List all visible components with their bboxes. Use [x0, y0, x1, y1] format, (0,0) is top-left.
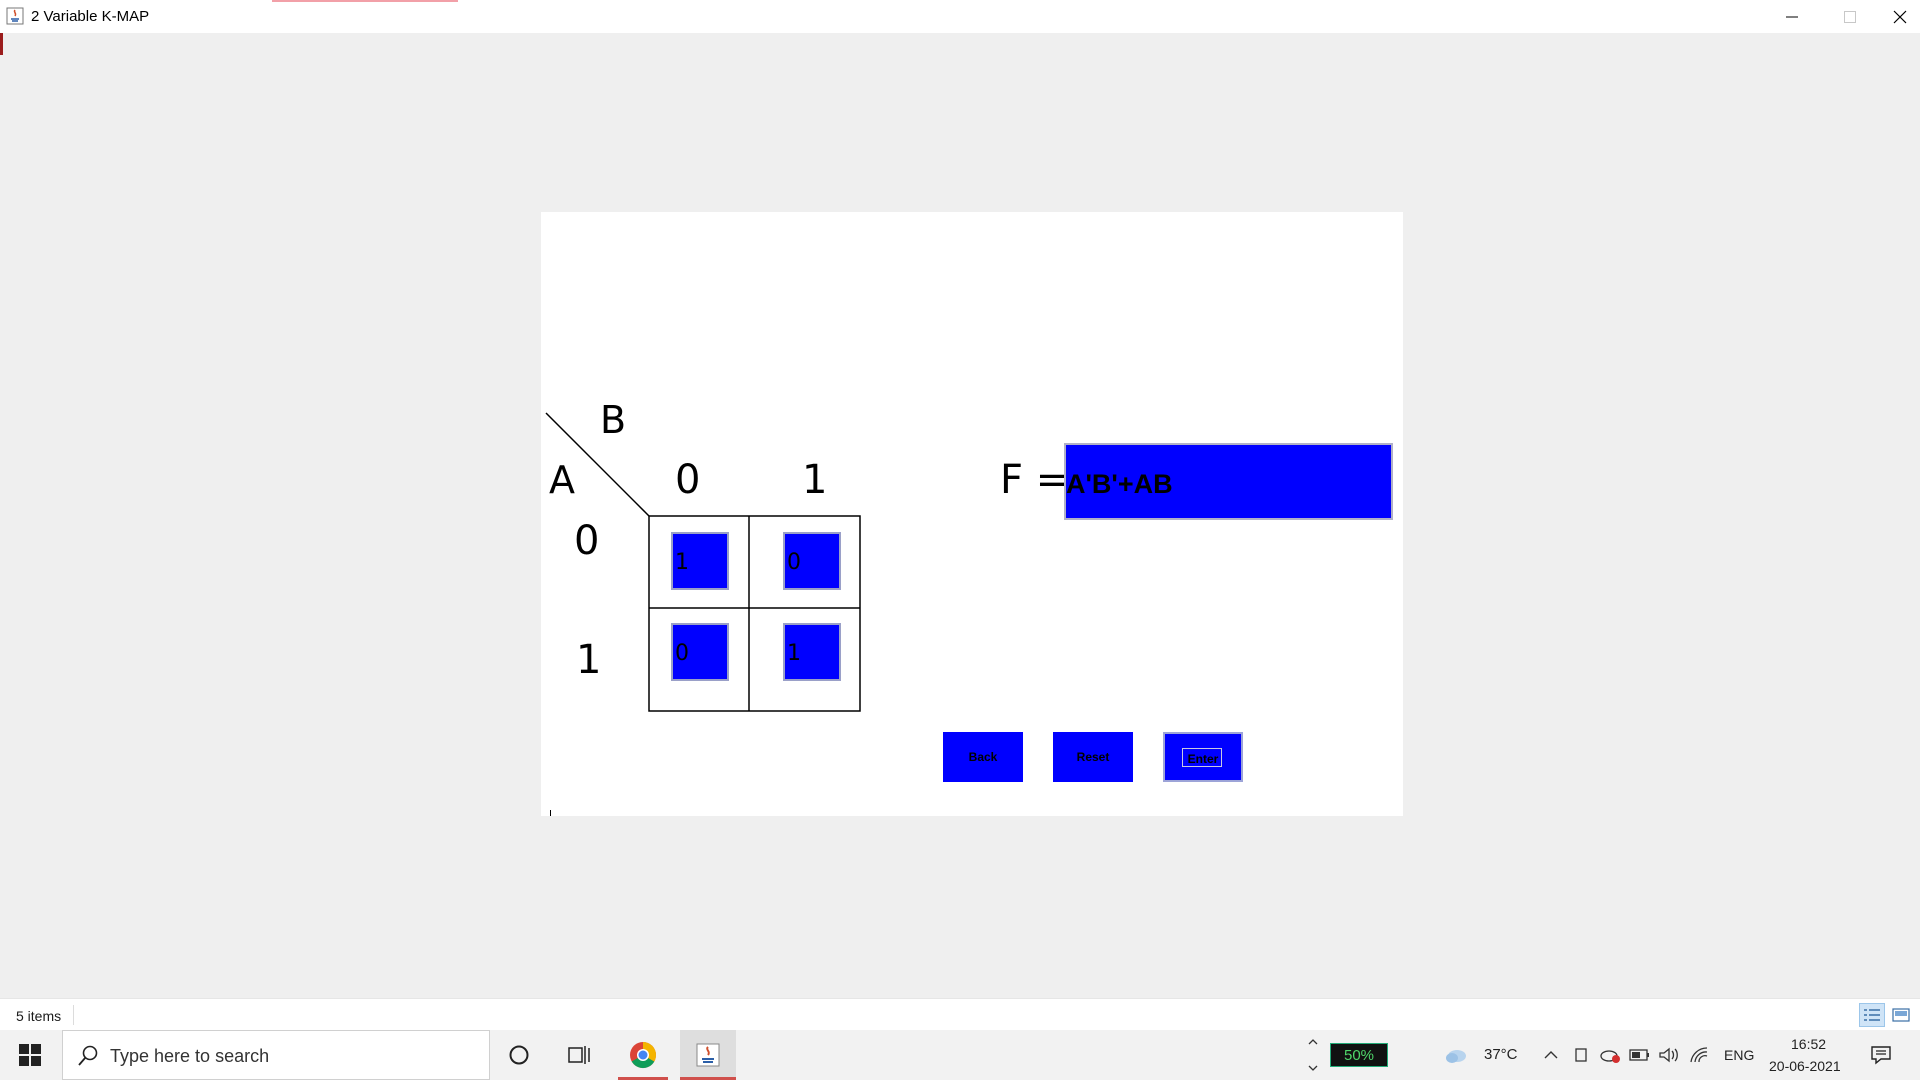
- row-header-1: 1: [576, 637, 602, 683]
- language-indicator[interactable]: ENG: [1724, 1047, 1754, 1063]
- minimize-button[interactable]: [1764, 0, 1820, 33]
- taskbar-search-box[interactable]: Type here to search: [62, 1030, 490, 1080]
- var-a-label: A: [549, 458, 575, 502]
- clock-time[interactable]: 16:52: [1791, 1036, 1826, 1052]
- clock-date[interactable]: 20-06-2021: [1769, 1058, 1841, 1074]
- back-button-label: Back: [968, 750, 998, 764]
- task-view-button[interactable]: [555, 1030, 603, 1080]
- large-icons-view-icon: [1892, 1008, 1910, 1022]
- reset-button-label: Reset: [1076, 750, 1110, 764]
- title-bar: 2 Variable K-MAP: [0, 0, 1920, 33]
- var-b-label: B: [600, 398, 627, 442]
- kmap-cell-00[interactable]: 1: [671, 532, 729, 590]
- chevron-up-down-icon: [1308, 1039, 1318, 1071]
- java-app-icon: [6, 7, 24, 25]
- java-taskbar-button[interactable]: [680, 1030, 736, 1080]
- hidden-icons-button[interactable]: [1540, 1030, 1562, 1080]
- accent-line: [272, 0, 458, 2]
- kmap-panel: B A 0 1 0 1 1 0 0 1 F = A'B'+AB Back Res…: [541, 212, 1403, 816]
- device-icon: [1575, 1048, 1587, 1062]
- item-count: 5 items: [16, 1008, 62, 1024]
- chevron-up-icon: [1544, 1051, 1558, 1059]
- cell-value: 1: [787, 641, 801, 666]
- onedrive-cloud-icon: [1600, 1050, 1620, 1063]
- status-separator: [73, 1005, 74, 1025]
- taskbar: Type here to search 50% 37°C ENG 16:52 2…: [0, 1030, 1920, 1080]
- enter-button[interactable]: Enter: [1163, 732, 1243, 782]
- kmap-cell-10[interactable]: 0: [671, 623, 729, 681]
- kmap-cell-11[interactable]: 1: [783, 623, 841, 681]
- wifi-icon: [1690, 1047, 1708, 1063]
- volume-icon: [1659, 1047, 1678, 1063]
- windows-logo-icon: [19, 1044, 41, 1066]
- edge-marker: [0, 33, 3, 55]
- temperature[interactable]: 37°C: [1484, 1046, 1518, 1063]
- row-header-0: 0: [574, 518, 600, 564]
- tray-device-icon[interactable]: [1570, 1030, 1592, 1080]
- col-header-1: 1: [802, 457, 828, 503]
- reset-button[interactable]: Reset: [1053, 732, 1133, 782]
- kmap-cell-01[interactable]: 0: [783, 532, 841, 590]
- minimize-icon: [1786, 16, 1798, 17]
- close-button[interactable]: [1880, 0, 1920, 33]
- java-icon: [696, 1043, 720, 1067]
- maximize-icon: [1844, 10, 1856, 23]
- cell-value: 0: [787, 550, 801, 575]
- search-icon: [78, 1045, 98, 1066]
- weather-cloud-icon: [1446, 1050, 1466, 1063]
- chrome-taskbar-button[interactable]: [618, 1030, 668, 1080]
- tray-volume-icon[interactable]: [1657, 1030, 1681, 1080]
- function-result-field[interactable]: A'B'+AB: [1064, 443, 1393, 520]
- function-label: F =: [1000, 457, 1070, 503]
- notification-icon: [1871, 1046, 1891, 1065]
- tray-onedrive-icon[interactable]: [1598, 1030, 1622, 1080]
- details-view-icon: [1864, 1009, 1880, 1021]
- close-icon: [1893, 10, 1907, 23]
- cell-value: 0: [675, 641, 689, 666]
- large-icons-view-button[interactable]: [1888, 1003, 1914, 1027]
- window-title: 2 Variable K-MAP: [31, 8, 150, 25]
- task-view-icon: [568, 1046, 590, 1064]
- back-button[interactable]: Back: [943, 732, 1023, 782]
- function-result-text: A'B'+AB: [1066, 469, 1173, 499]
- battery-icon: [1629, 1049, 1649, 1061]
- show-more-arrows[interactable]: [1302, 1030, 1324, 1080]
- maximize-button[interactable]: [1822, 0, 1878, 33]
- tray-wifi-icon[interactable]: [1687, 1030, 1711, 1080]
- cortana-button[interactable]: [495, 1030, 543, 1080]
- notifications-button[interactable]: [1866, 1030, 1896, 1080]
- cell-value: 1: [675, 550, 689, 575]
- battery-percent-badge: 50%: [1330, 1043, 1388, 1067]
- details-view-button[interactable]: [1859, 1003, 1885, 1027]
- tray-battery-icon[interactable]: [1628, 1030, 1652, 1080]
- battery-percent-text: 50%: [1343, 1047, 1375, 1064]
- enter-button-label: Enter: [1187, 752, 1219, 766]
- search-placeholder: Type here to search: [110, 1046, 270, 1066]
- col-header-0: 0: [675, 457, 701, 503]
- caret-mark: [550, 810, 551, 816]
- cortana-circle-icon: [509, 1045, 529, 1065]
- chrome-icon: [630, 1042, 657, 1069]
- status-bar: 5 items: [0, 998, 1920, 1030]
- start-button[interactable]: [0, 1030, 60, 1080]
- weather-icon-wrap[interactable]: [1444, 1030, 1468, 1080]
